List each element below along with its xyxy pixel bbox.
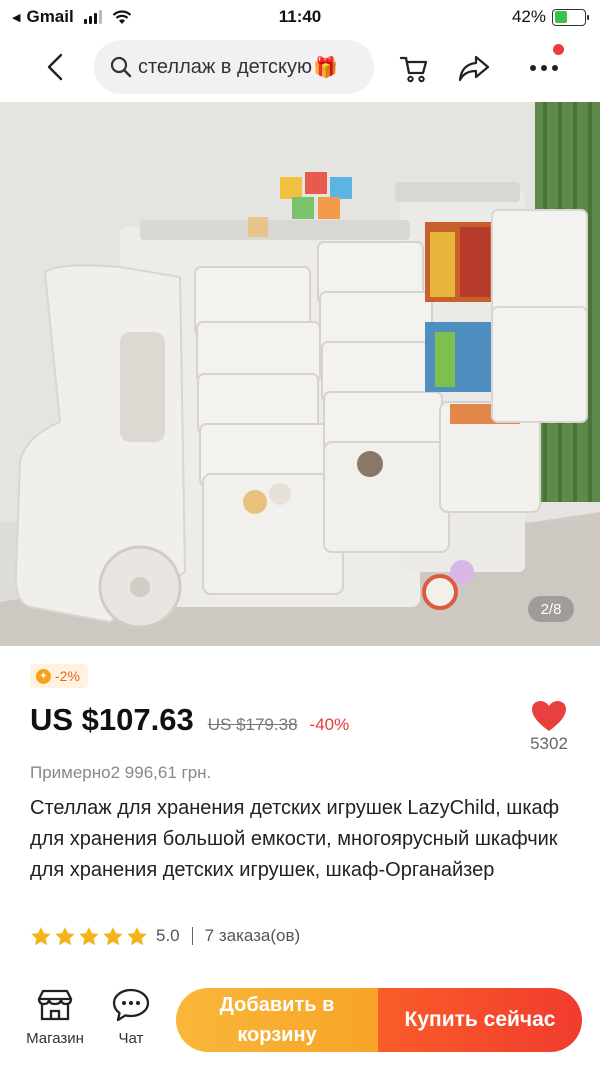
orders-count: 7 заказа(ов): [204, 926, 301, 945]
battery-icon: [552, 8, 589, 26]
chat-label: Чат: [118, 1030, 144, 1047]
back-button[interactable]: [38, 50, 72, 84]
star-icon: [127, 926, 147, 945]
star-icon: [55, 926, 75, 945]
heart-icon: [532, 701, 566, 731]
product-title: Стеллаж для хранения детских игрушек Laz…: [30, 797, 560, 881]
add-to-cart-button[interactable]: Добавить в корзину: [176, 988, 378, 1052]
star-rating: [30, 926, 148, 947]
battery-percent: 42%: [511, 7, 546, 26]
cart-icon: [399, 56, 428, 83]
star-icon: [79, 926, 99, 945]
image-counter: 2/8: [528, 596, 574, 622]
approx-local-price: Примерно2 996,61 грн.: [30, 763, 212, 782]
cart-button[interactable]: [396, 50, 432, 86]
store-label: Магазин: [26, 1030, 84, 1047]
wishlist-button[interactable]: 5302: [522, 700, 576, 766]
bottom-action-bar: Магазин Чат Добавить в корзину Купить се…: [0, 980, 600, 1066]
original-price: US $179.38: [207, 715, 298, 734]
search-query: стеллаж в детскую: [138, 55, 313, 78]
product-image-gallery[interactable]: 2/8: [0, 102, 600, 646]
store-icon: [37, 989, 73, 1021]
more-button[interactable]: [526, 44, 564, 86]
store-button[interactable]: Магазин: [20, 988, 90, 1047]
more-icon: [530, 65, 558, 71]
share-icon: [458, 55, 490, 82]
back-arrow-icon: [47, 53, 63, 81]
wishlist-count: 5302: [530, 734, 568, 753]
buy-now-button[interactable]: Купить сейчас: [378, 988, 582, 1052]
star-icon: [31, 926, 51, 945]
status-bar: ◀ Gmail 11:40 42%: [0, 0, 600, 34]
price-row: US $107.63 US $179.38 -40%: [30, 702, 349, 738]
current-price: US $107.63: [30, 702, 194, 737]
cta-group: Добавить в корзину Купить сейчас: [176, 988, 582, 1052]
divider: [191, 927, 193, 945]
status-right: 42%: [511, 7, 589, 27]
coin-icon: ✦: [36, 668, 51, 684]
discount-percent: -40%: [309, 715, 350, 734]
notification-dot: [553, 44, 564, 55]
rating-row[interactable]: 5.0 7 заказа(ов): [30, 922, 300, 950]
gift-icon: 🎁: [313, 56, 338, 79]
star-icon: [103, 926, 123, 945]
clock: 11:40: [278, 7, 322, 26]
search-input[interactable]: стеллаж в детскую 🎁: [94, 40, 374, 94]
chat-icon: [112, 988, 150, 1022]
nav-bar: стеллаж в детскую 🎁: [0, 38, 600, 98]
product-image: [0, 102, 600, 646]
discount-badge: ✦ -2%: [30, 664, 88, 688]
discount-badge-text: -2%: [55, 668, 80, 684]
rating-value: 5.0: [156, 926, 180, 945]
search-icon: [110, 56, 132, 78]
chat-button[interactable]: Чат: [96, 988, 166, 1047]
share-button[interactable]: [456, 50, 492, 86]
